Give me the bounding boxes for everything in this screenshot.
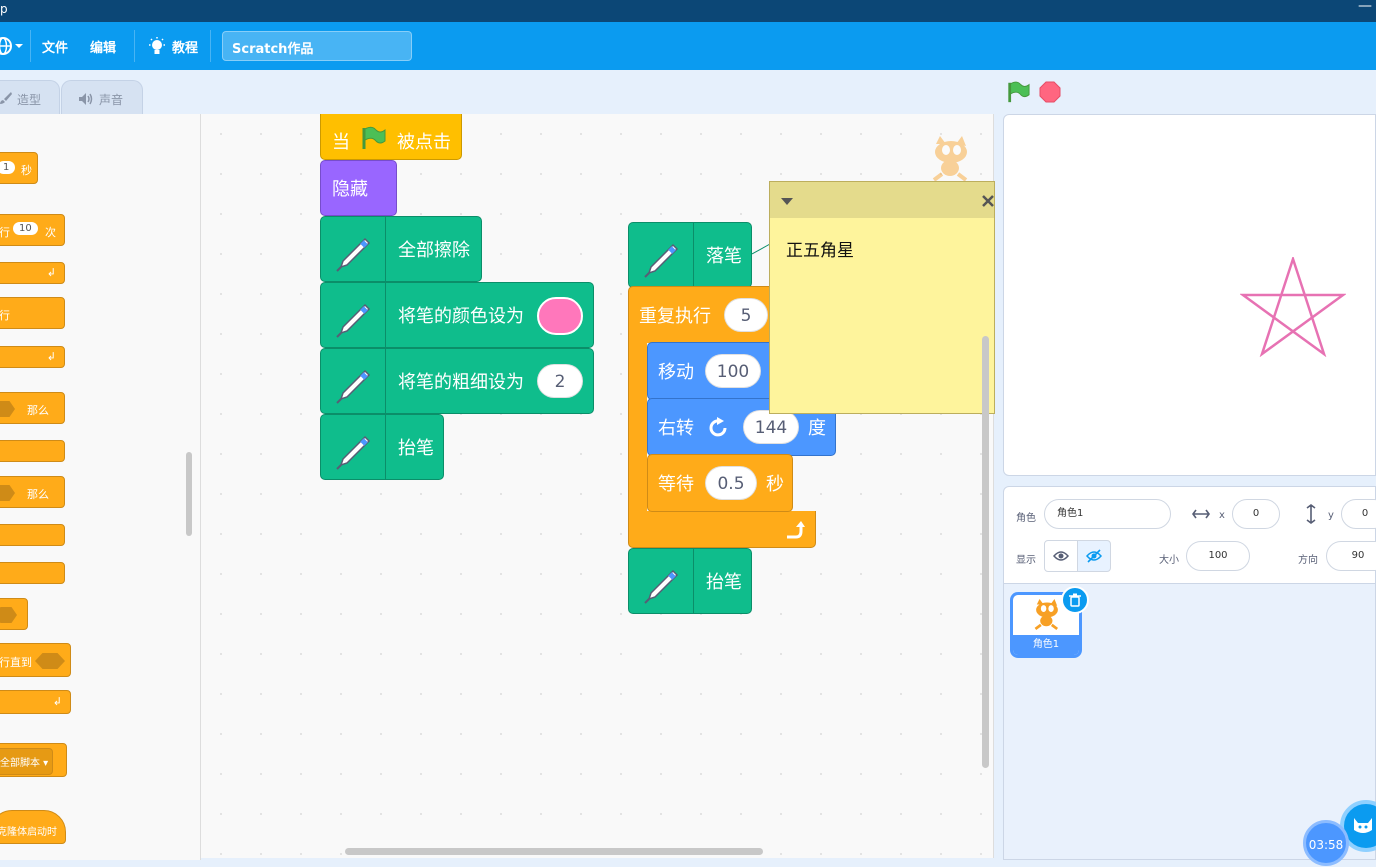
show-label: 显示 (1016, 555, 1036, 566)
menu-bar: 文件 编辑 教程 Scratch作品 (0, 22, 1376, 70)
palette-if-else-block[interactable]: 那么 (0, 476, 65, 508)
lightbulb-icon (149, 37, 165, 54)
stage-canvas[interactable] (1003, 114, 1376, 476)
pen-icon (321, 415, 386, 479)
tab-costumes[interactable]: 造型 (0, 80, 60, 114)
palette-wait-until-block[interactable] (0, 598, 28, 630)
move-steps-input[interactable]: 100 (705, 354, 761, 388)
tab-costumes-label: 造型 (17, 93, 42, 107)
stop-option-dropdown[interactable]: 全部脚本 ▾ (0, 748, 54, 775)
close-icon[interactable] (981, 194, 995, 208)
pen-set-size-block[interactable]: 将笔的粗细设为 2 (320, 348, 594, 414)
loop-arrow-icon: ↲ (52, 695, 62, 708)
menu-file[interactable]: 文件 (42, 37, 68, 56)
turn-degrees-input[interactable]: 144 (743, 410, 799, 444)
pen-up-block[interactable]: 抬笔 (320, 414, 444, 480)
palette-if-then-block[interactable]: 那么 (0, 392, 65, 424)
pen-color-swatch[interactable] (537, 297, 583, 335)
comment-text[interactable]: 正五角星 (786, 236, 854, 261)
palette-clone-start-hat[interactable]: 克隆体启动时 (0, 810, 66, 844)
vertical-arrows-icon (1306, 504, 1316, 524)
minimize-button[interactable]: — (1358, 0, 1372, 14)
sprite-info-panel: 角色 角色1 x 0 y 0 显示 大小 100 方向 90 (1003, 486, 1376, 584)
show-sprite-button[interactable] (1044, 540, 1078, 572)
palette-else-end[interactable] (0, 562, 65, 584)
delete-sprite-button[interactable] (1061, 586, 1089, 614)
block-palette: 1 秒 行 10 次 ↲ 行 ↲ 那么 那么 行直到 ↲ 全部脚本 ▾ 克隆体启… (0, 114, 201, 860)
pen-icon (629, 223, 694, 287)
tab-sounds[interactable]: 声音 (61, 80, 143, 114)
window-title-bar: p — (0, 0, 1376, 22)
collapse-triangle-icon[interactable] (780, 196, 794, 206)
direction-input[interactable]: 90 (1326, 541, 1376, 571)
recording-timer: 03:58 (1303, 820, 1349, 866)
sprite-thumbnail-name: 角色1 (1013, 635, 1079, 655)
cat-sprite-icon (1034, 599, 1059, 631)
pen-up-block-2[interactable]: 抬笔 (628, 548, 752, 614)
code-horizontal-scrollbar[interactable] (345, 848, 763, 855)
palette-wait-block[interactable]: 1 秒 (0, 152, 38, 184)
pen-icon (629, 549, 694, 613)
pen-icon (321, 349, 386, 413)
project-title-input[interactable]: Scratch作品 (222, 31, 412, 61)
stop-icon[interactable] (1039, 81, 1061, 103)
horizontal-arrows-icon (1192, 509, 1210, 519)
loop-arrow-icon (787, 521, 805, 539)
size-input[interactable]: 100 (1186, 541, 1250, 571)
brush-icon (0, 92, 12, 104)
palette-stop-block[interactable]: 全部脚本 ▾ (0, 743, 67, 777)
palette-repeat-block[interactable]: 行 10 次 (0, 214, 65, 246)
repeat-count-input[interactable]: 5 (724, 298, 768, 332)
loop-arrow-icon: ↲ (46, 350, 56, 363)
palette-repeat-until-block[interactable]: 行直到 (0, 643, 71, 677)
palette-repeat-until-end[interactable]: ↲ (0, 690, 71, 714)
sprite-label: 角色 (1016, 513, 1036, 524)
eye-icon (1053, 551, 1069, 561)
code-vertical-scrollbar[interactable] (982, 336, 989, 768)
window-title: p (0, 2, 8, 16)
palette-forever-end[interactable]: ↲ (0, 346, 65, 368)
tab-sounds-label: 声音 (99, 93, 124, 107)
hide-block[interactable]: 隐藏 (320, 160, 397, 216)
cat-face-icon (1354, 818, 1372, 833)
pen-down-block[interactable]: 落笔 (628, 222, 752, 288)
pen-icon (321, 217, 386, 281)
wait-seconds-input[interactable]: 0.5 (705, 466, 757, 500)
green-flag-icon (362, 126, 386, 149)
language-globe-icon[interactable] (0, 36, 26, 56)
menu-tutorials[interactable]: 教程 (172, 37, 198, 56)
pen-set-color-block[interactable]: 将笔的颜色设为 (320, 282, 594, 348)
x-position-input[interactable]: 0 (1232, 499, 1280, 529)
sprite-name-input[interactable]: 角色1 (1044, 499, 1171, 529)
speaker-icon (79, 93, 93, 105)
loop-arrow-icon: ↲ (46, 266, 56, 279)
hide-sprite-button[interactable] (1077, 540, 1111, 572)
green-flag-icon[interactable] (1006, 80, 1030, 104)
palette-repeat-end[interactable]: ↲ (0, 262, 65, 284)
palette-forever-block[interactable]: 行 (0, 297, 65, 329)
comment-note[interactable]: 正五角星 (769, 181, 995, 414)
palette-scrollbar[interactable] (186, 452, 192, 536)
pen-icon (321, 283, 386, 347)
when-flag-clicked-block[interactable]: 当 被点击 (320, 114, 462, 160)
stage-header (1000, 70, 1376, 114)
y-position-input[interactable]: 0 (1341, 499, 1376, 529)
palette-else[interactable] (0, 524, 65, 546)
pen-size-input[interactable]: 2 (537, 364, 583, 398)
comment-header[interactable] (770, 182, 994, 218)
pen-clear-block[interactable]: 全部擦除 (320, 216, 482, 282)
palette-if-end[interactable] (0, 440, 65, 462)
eye-hidden-icon (1086, 549, 1102, 563)
trash-icon (1069, 593, 1081, 607)
wait-block[interactable]: 等待 0.5 秒 (647, 454, 793, 512)
menu-edit[interactable]: 编辑 (90, 37, 116, 56)
pen-drawn-star (1240, 257, 1346, 357)
rotate-right-icon (709, 417, 727, 437)
sprite-watermark-icon (932, 136, 968, 182)
